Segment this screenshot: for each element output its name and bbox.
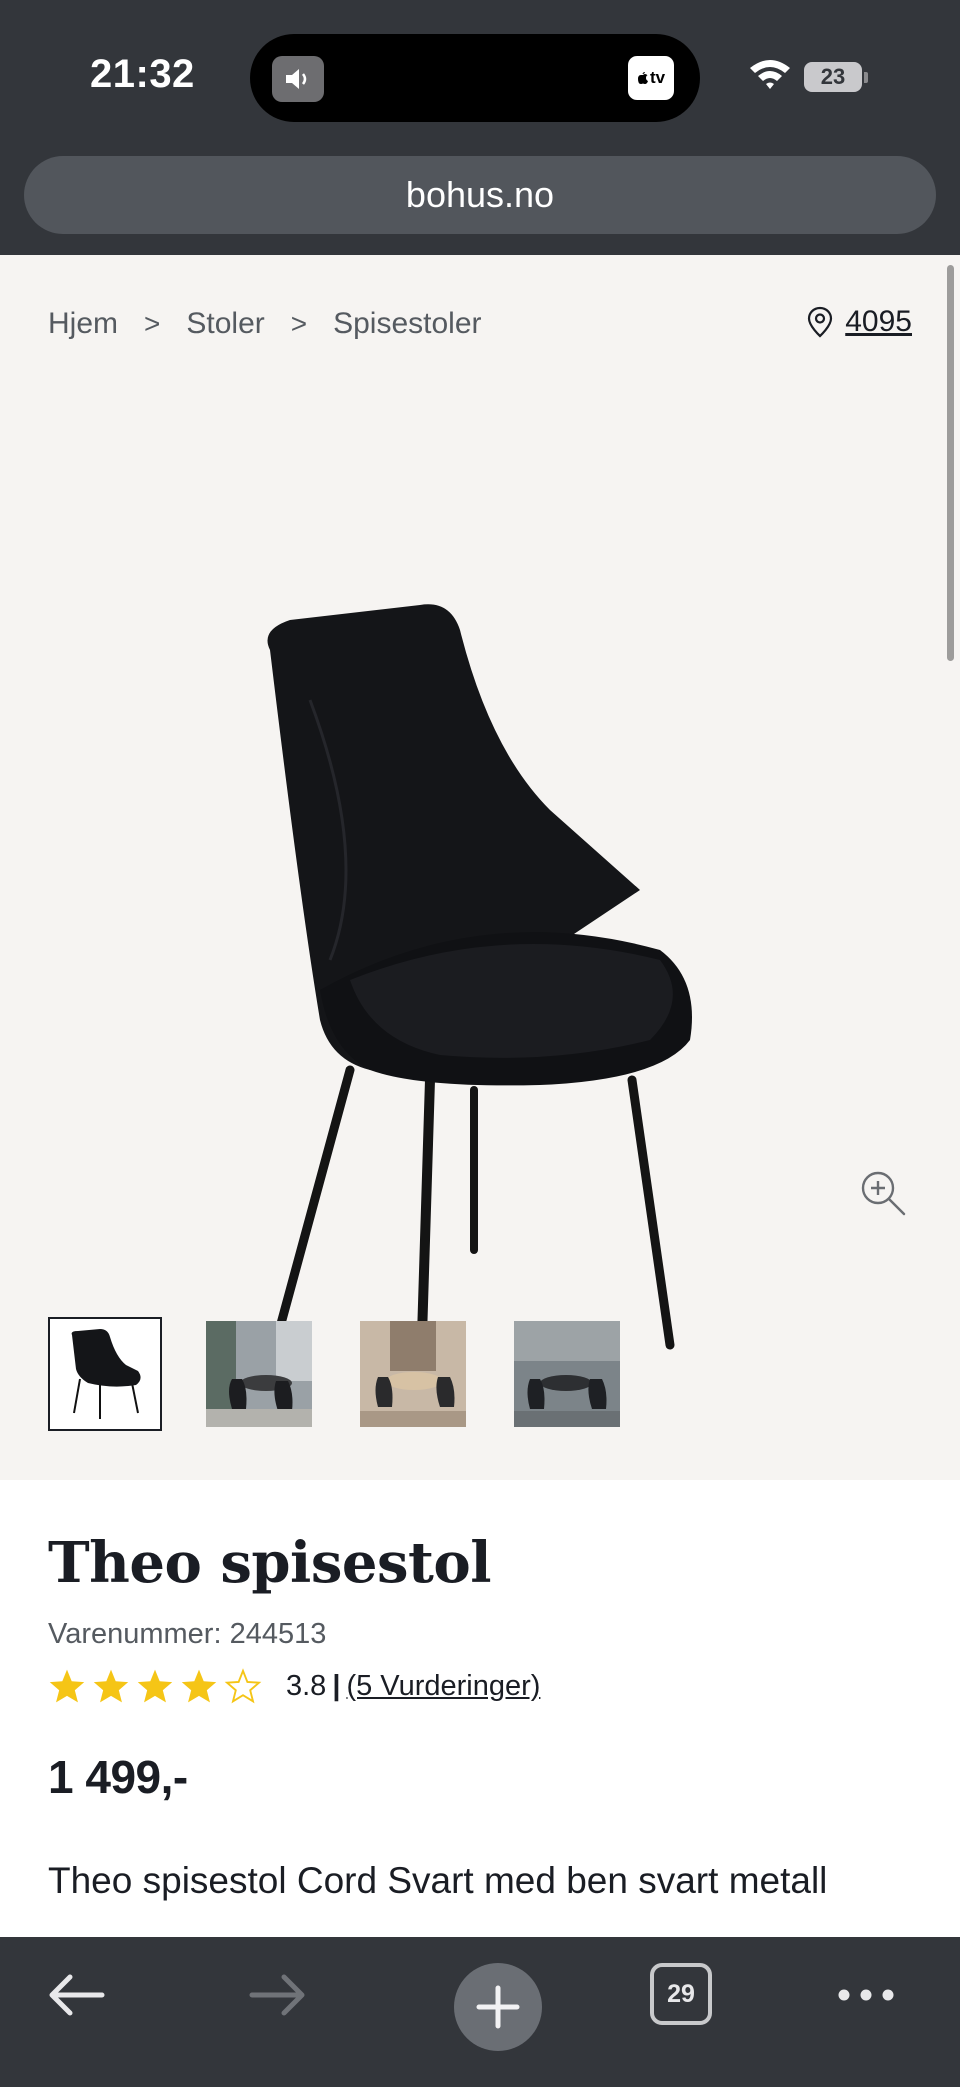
thumbnail-chair-image	[52, 1321, 158, 1427]
product-gallery: Hjem > Stoler > Spisestoler 4095	[0, 255, 960, 1480]
battery-indicator: 23	[804, 62, 862, 92]
new-tab-button[interactable]	[436, 1955, 560, 2059]
plus-icon	[476, 1985, 520, 2029]
tabs-button[interactable]: 29	[650, 1963, 712, 2025]
chevron-right-icon: >	[290, 308, 308, 339]
thumbnail-strip	[48, 1317, 664, 1431]
store-code: 4095	[845, 305, 912, 338]
rating-separator: |	[332, 1669, 341, 1702]
dynamic-island: tv	[250, 34, 700, 122]
reviews-link[interactable]: (5 Vurderinger)	[346, 1670, 540, 1703]
arrow-left-icon	[49, 1974, 105, 2016]
arrow-right-icon	[249, 1974, 305, 2016]
back-button[interactable]	[44, 1963, 108, 2027]
thumbnail-4[interactable]	[510, 1317, 624, 1431]
thumbnail-2[interactable]	[202, 1317, 316, 1431]
browser-toolbar: 29	[0, 1937, 960, 2087]
tab-count: 29	[667, 1979, 695, 2008]
product-sku: Varenummer: 244513	[48, 1618, 327, 1650]
thumbnail-room-image	[514, 1321, 620, 1427]
apple-tv-icon: tv	[628, 56, 674, 100]
product-main-image[interactable]	[220, 480, 740, 1440]
web-page: Hjem > Stoler > Spisestoler 4095 Theo sp…	[0, 255, 960, 1937]
breadcrumb-home[interactable]: Hjem	[48, 307, 118, 341]
url-text: bohus.no	[405, 174, 555, 215]
breadcrumb: Hjem > Stoler > Spisestoler	[48, 307, 482, 341]
thumbnail-room-image	[206, 1321, 312, 1427]
map-pin-icon	[808, 306, 833, 338]
star-filled-icon	[137, 1669, 173, 1703]
address-bar[interactable]: bohus.no	[24, 156, 936, 234]
product-description: Theo spisestol Cord Svart med ben svart …	[48, 1860, 828, 1901]
scrollbar[interactable]	[947, 265, 954, 661]
new-tab-circle	[454, 1963, 542, 2051]
more-dots-icon	[838, 1989, 894, 2001]
zoom-in-icon[interactable]	[858, 1168, 908, 1218]
chevron-right-icon: >	[144, 308, 161, 339]
thumbnail-room-image	[360, 1321, 466, 1427]
island-app-label: tv	[649, 68, 666, 87]
product-price: 1 499,-	[48, 1751, 188, 1803]
thumbnail-1[interactable]	[48, 1317, 162, 1431]
browser-top-chrome: 21:32 tv 23 bohus.no	[0, 0, 960, 255]
thumbnail-3[interactable]	[356, 1317, 470, 1431]
star-empty-icon	[224, 1668, 262, 1704]
product-rating: 3.8 | (5 Vurderinger)	[48, 1668, 540, 1704]
star-filled-icon	[93, 1669, 129, 1703]
breadcrumb-dining-chairs[interactable]: Spisestoler	[333, 307, 481, 341]
breadcrumb-chairs[interactable]: Stoler	[186, 307, 264, 341]
battery-tip	[864, 72, 868, 83]
rating-value: 3.8	[286, 1669, 327, 1702]
star-filled-icon	[49, 1669, 85, 1703]
speaker-icon	[272, 56, 324, 102]
rating-stars	[48, 1668, 268, 1704]
more-button[interactable]	[836, 1963, 896, 2027]
product-title: Theo spisestol	[48, 1530, 492, 1596]
forward-button[interactable]	[246, 1963, 310, 2027]
status-time: 21:32	[90, 52, 195, 96]
star-filled-icon	[181, 1669, 217, 1703]
store-selector[interactable]: 4095	[807, 305, 912, 339]
wifi-icon	[750, 60, 790, 89]
